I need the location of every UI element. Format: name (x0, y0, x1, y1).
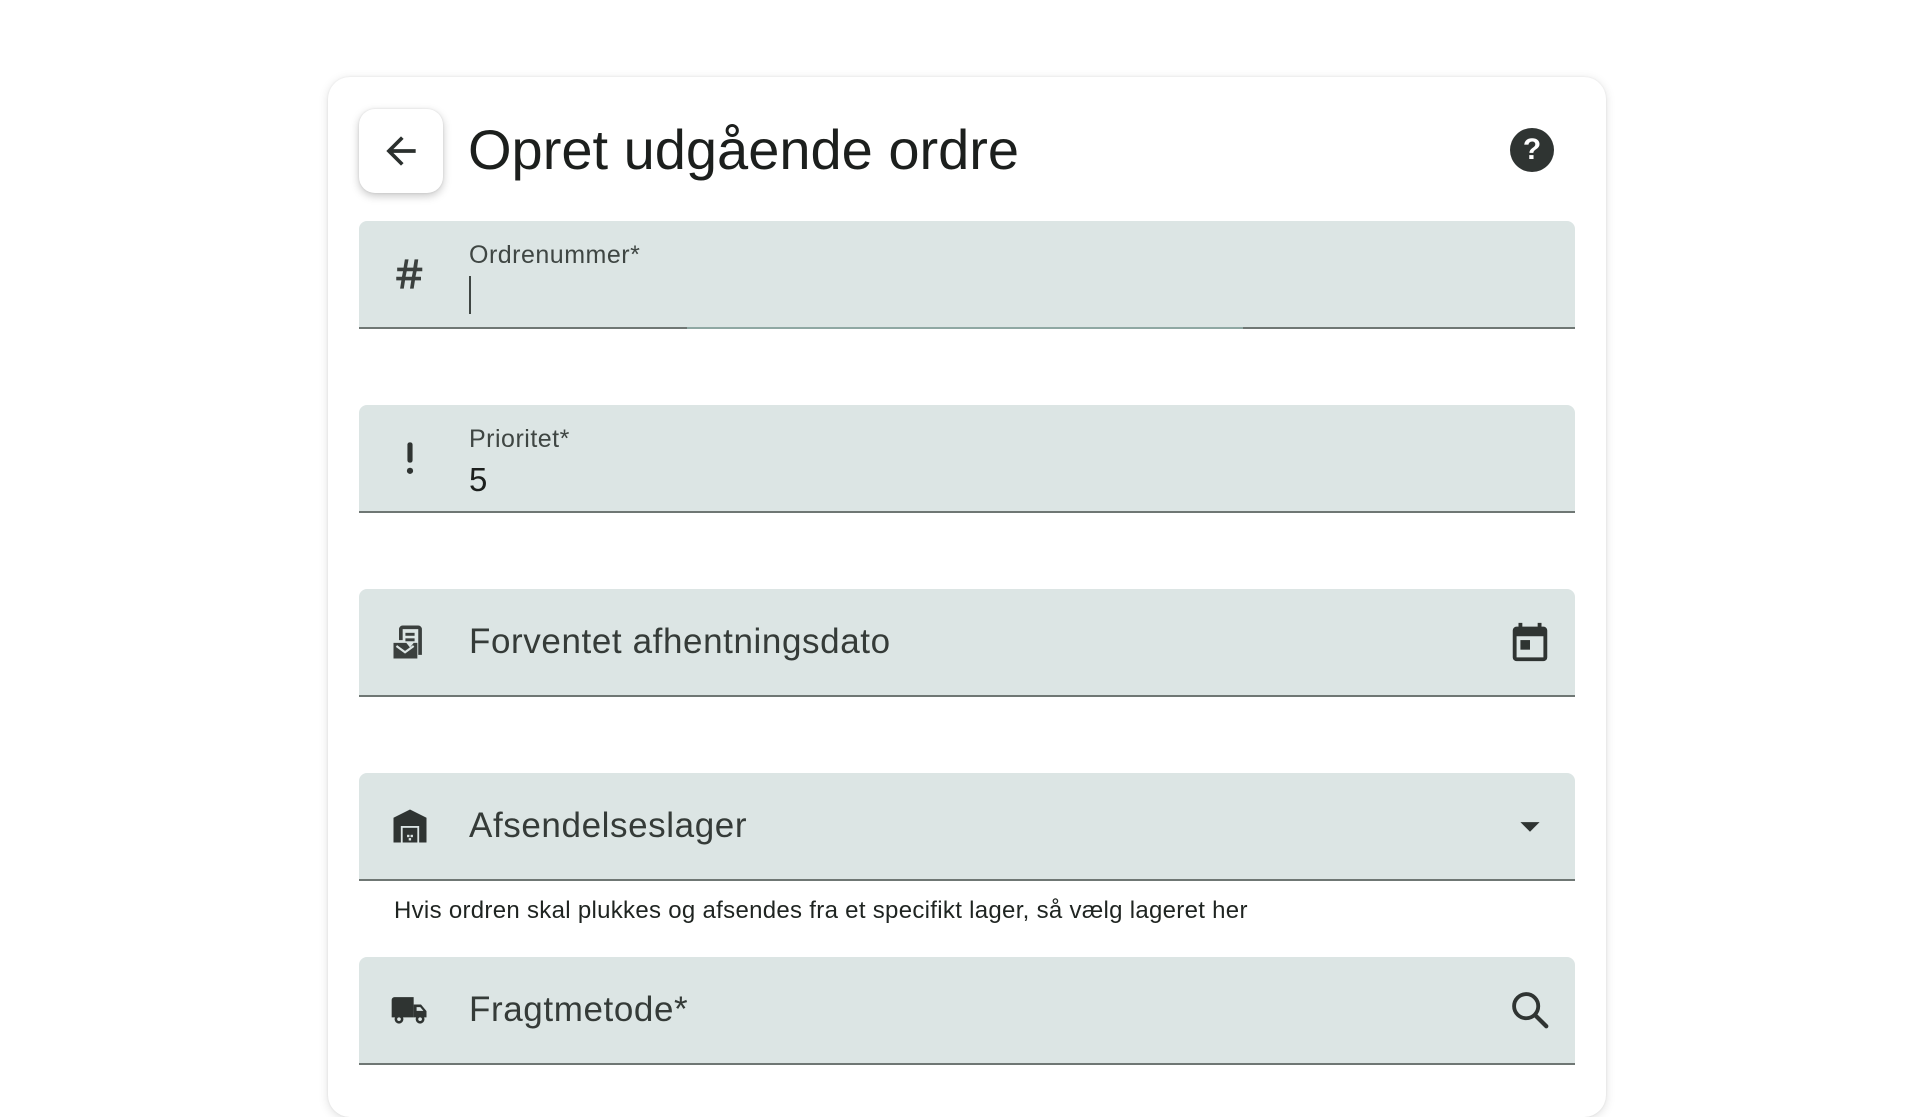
create-order-card: Opret udgående ordre ? Ordrenummer* Prio… (328, 77, 1606, 1117)
order-number-label: Ordrenummer* (469, 241, 641, 269)
truck-icon (387, 987, 433, 1033)
pickup-date-field[interactable]: Forventet afhentningsdato (359, 589, 1575, 697)
arrow-left-icon (386, 136, 416, 166)
warehouse-icon (387, 803, 433, 849)
calendar-icon[interactable] (1505, 617, 1555, 667)
exclamation-icon (387, 435, 433, 481)
help-button[interactable]: ? (1510, 128, 1554, 172)
text-caret (469, 276, 471, 314)
warehouse-select[interactable]: Afsendelseslager (359, 773, 1575, 881)
warehouse-label: Afsendelseslager (469, 806, 748, 845)
warehouse-hint: Hvis ordren skal plukkes og afsendes fra… (394, 897, 1248, 924)
search-icon[interactable] (1505, 985, 1555, 1035)
hash-icon (387, 251, 433, 297)
shipping-method-field[interactable]: Fragtmetode* (359, 957, 1575, 1065)
page-title: Opret udgående ordre (468, 118, 1020, 181)
arrow-drop-down-icon[interactable] (1505, 801, 1555, 851)
priority-field[interactable]: Prioritet* 5 (359, 405, 1575, 513)
pickup-date-label: Forventet afhentningsdato (469, 622, 891, 661)
priority-label: Prioritet* (469, 425, 570, 453)
priority-input[interactable]: 5 (469, 461, 487, 499)
help-circle-icon: ? (1522, 133, 1542, 166)
order-number-field[interactable]: Ordrenummer* (359, 221, 1575, 329)
back-button[interactable] (359, 109, 443, 193)
header: Opret udgående ordre ? (359, 109, 1575, 193)
focus-indicator (687, 327, 1243, 329)
pickup-inbox-icon (387, 619, 433, 665)
shipping-method-label: Fragtmetode* (469, 990, 689, 1029)
